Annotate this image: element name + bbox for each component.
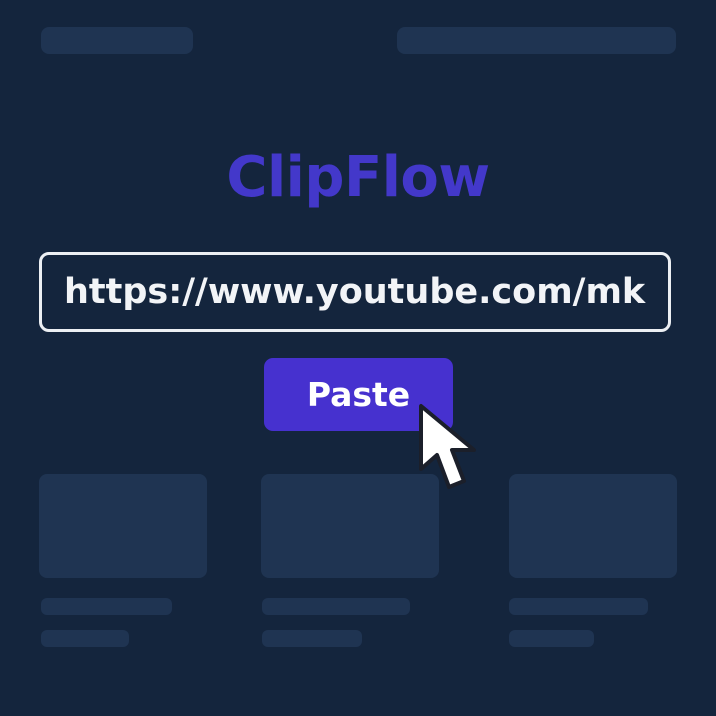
card-thumbnail-1 bbox=[39, 474, 207, 578]
top-left-placeholder bbox=[41, 27, 193, 54]
card-thumbnail-2 bbox=[261, 474, 439, 578]
card-2-line-2 bbox=[262, 630, 362, 647]
card-3-line-1 bbox=[509, 598, 648, 615]
card-2-line-1 bbox=[262, 598, 410, 615]
url-input-value: https://www.youtube.com/mk bbox=[64, 272, 646, 312]
top-right-placeholder bbox=[397, 27, 676, 54]
card-1-line-1 bbox=[41, 598, 172, 615]
url-input[interactable]: https://www.youtube.com/mk bbox=[39, 252, 671, 332]
card-1-line-2 bbox=[41, 630, 129, 647]
card-thumbnail-3 bbox=[509, 474, 677, 578]
app-title: ClipFlow bbox=[226, 145, 490, 210]
card-3-line-2 bbox=[509, 630, 594, 647]
